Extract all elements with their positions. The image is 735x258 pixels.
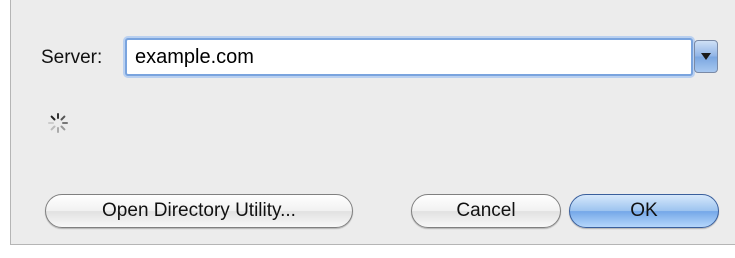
loading-spinner-icon (48, 113, 68, 133)
cancel-button[interactable]: Cancel (411, 194, 561, 228)
chevron-down-icon (701, 53, 711, 60)
server-combo-box[interactable] (125, 38, 725, 76)
ok-button[interactable]: OK (569, 194, 719, 228)
server-dropdown-button[interactable] (694, 40, 718, 73)
open-directory-utility-button[interactable]: Open Directory Utility... (45, 194, 353, 228)
server-dialog: Server: Open Directory Utility... Cancel… (10, 0, 735, 245)
server-label: Server: (41, 47, 103, 68)
server-input[interactable] (125, 38, 693, 76)
